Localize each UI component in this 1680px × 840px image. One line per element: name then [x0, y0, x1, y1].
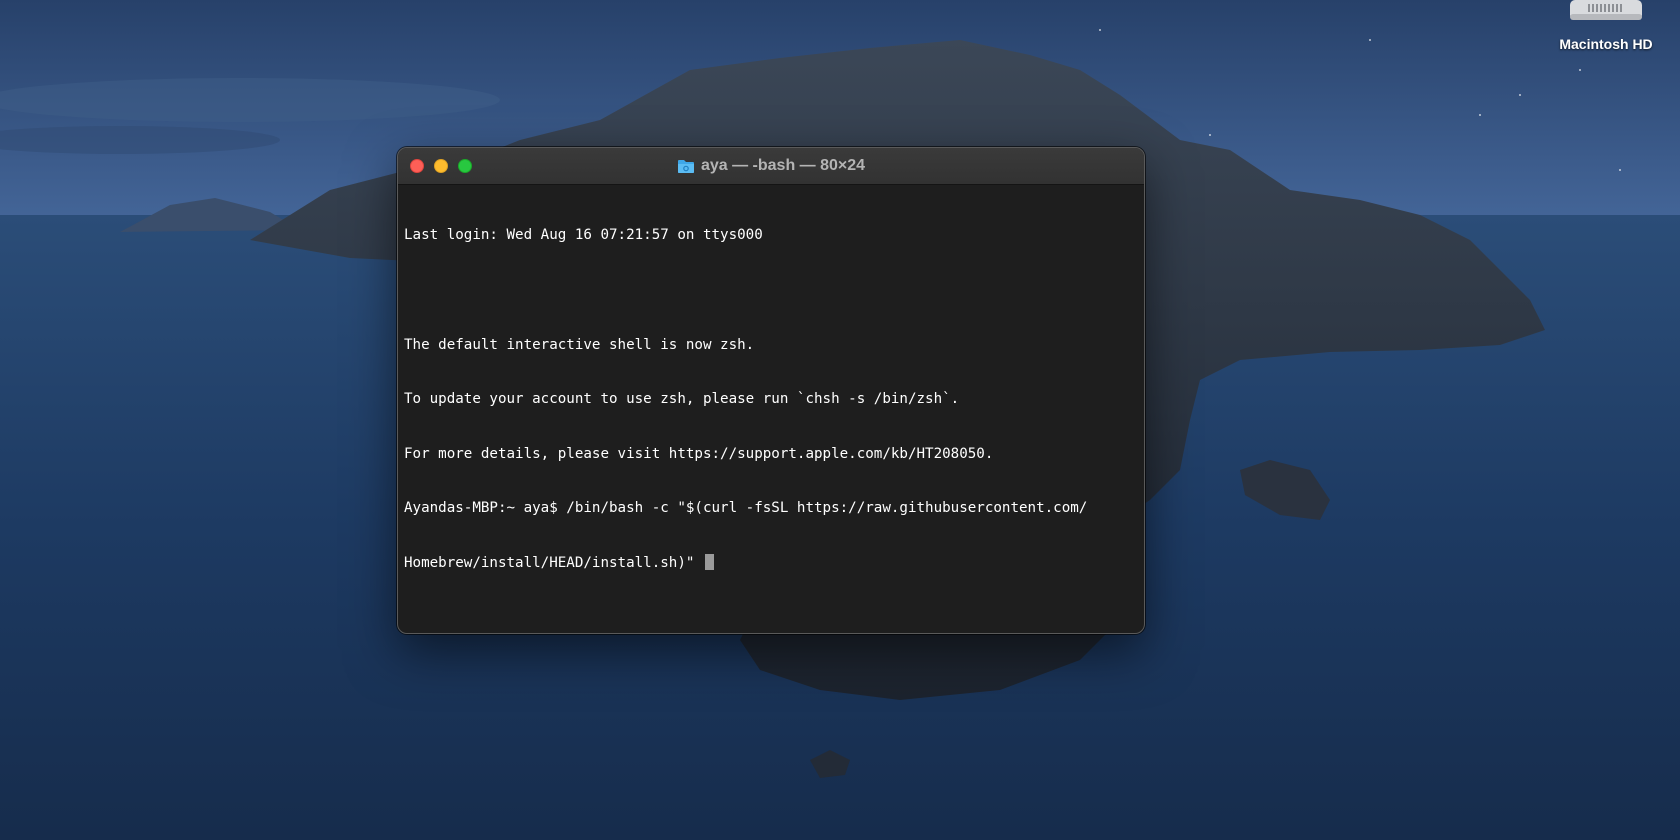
folder-icon: [677, 160, 694, 173]
desktop: Macintosh HD aya — -bash — 80×24 Last lo…: [0, 0, 1680, 840]
terminal-output[interactable]: Last login: Wed Aug 16 07:21:57 on ttys0…: [398, 185, 1144, 614]
window-titlebar[interactable]: aya — -bash — 80×24: [398, 148, 1144, 185]
terminal-line: Ayandas-MBP:~ aya$ /bin/bash -c "$(curl …: [404, 500, 1088, 517]
terminal-prompt-line: Homebrew/install/HEAD/install.sh)": [404, 554, 1138, 572]
terminal-line: For more details, please visit https://s…: [404, 445, 994, 462]
desktop-icon-macintosh-hd[interactable]: Macintosh HD: [1546, 0, 1666, 52]
text-cursor: [704, 554, 714, 571]
terminal-line: Last login: Wed Aug 16 07:21:57 on ttys0…: [404, 227, 763, 244]
terminal-line: To update your account to use zsh, pleas…: [404, 391, 960, 408]
window-title-text: aya — -bash — 80×24: [700, 157, 866, 174]
terminal-line-text: Homebrew/install/HEAD/install.sh)": [404, 555, 703, 572]
terminal-window[interactable]: aya — -bash — 80×24 Last login: Wed Aug …: [397, 147, 1145, 634]
terminal-line: The default interactive shell is now zsh…: [404, 336, 755, 353]
hard-drive-icon: [1570, 0, 1642, 20]
desktop-icon-label: Macintosh HD: [1559, 36, 1653, 52]
window-title: aya — -bash — 80×24: [398, 148, 1144, 184]
